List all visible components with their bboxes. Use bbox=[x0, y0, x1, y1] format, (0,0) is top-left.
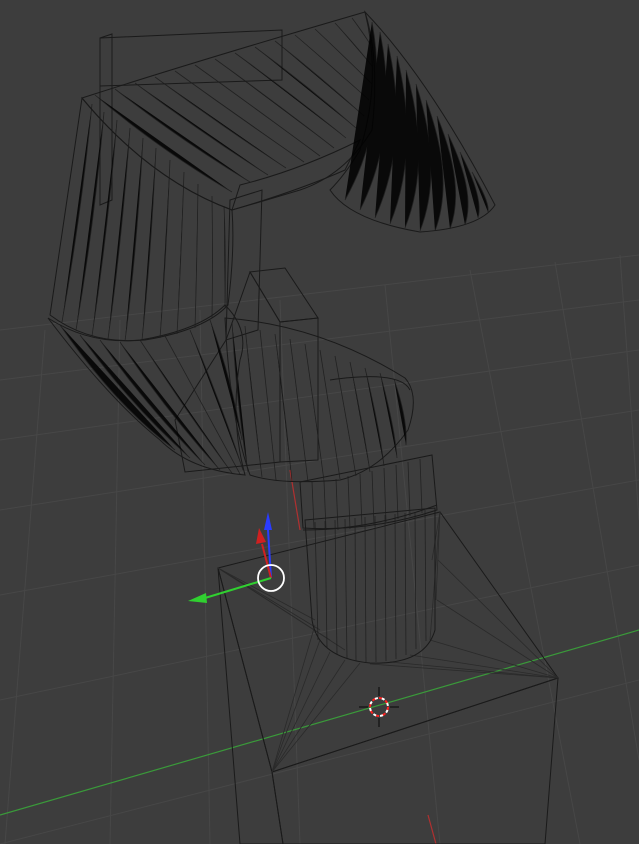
3d-cursor-icon bbox=[359, 687, 399, 727]
world-x-axis-line-lower bbox=[427, 814, 437, 844]
3d-viewport[interactable] bbox=[0, 0, 639, 844]
y-axis-arrow-icon[interactable] bbox=[188, 593, 207, 603]
z-axis-arrow-icon[interactable] bbox=[264, 512, 272, 530]
back-bracket[interactable] bbox=[99, 29, 283, 341]
transform-gizmo[interactable] bbox=[188, 512, 285, 603]
floor-grid bbox=[0, 254, 639, 844]
x-axis-arrow-icon[interactable] bbox=[256, 528, 266, 544]
